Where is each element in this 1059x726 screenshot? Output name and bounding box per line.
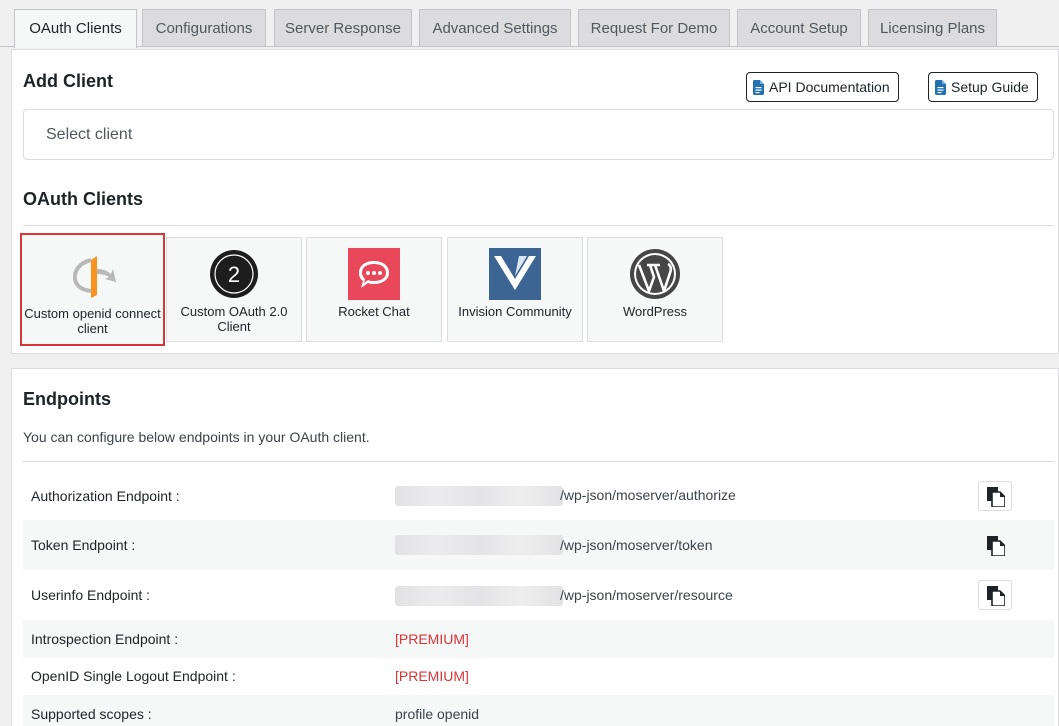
client-card-invision[interactable]: Invision Community [447,237,583,342]
oauth-clients-title: OAuth Clients [23,189,143,209]
premium-badge: [PREMIUM] [395,668,469,684]
redacted-host [395,486,563,506]
client-card-label: WordPress [622,304,688,319]
setup-guide-label: Setup Guide [951,79,1029,95]
endpoint-row: Authorization Endpoint : /wp-json/moserv… [23,471,1054,520]
client-card-custom-openid[interactable]: Custom openid connect client [20,233,165,346]
tab-bar: OAuth Clients Configurations Server Resp… [0,0,1059,48]
client-card-label: Invision Community [458,304,572,319]
wordpress-icon [630,249,680,299]
endpoint-value: /wp-json/moserver/token [560,537,713,553]
endpoint-label: Supported scopes : [31,706,152,722]
client-card-custom-oauth2[interactable]: 2 Custom OAuth 2.0 Client [166,237,302,342]
endpoint-label: Introspection Endpoint : [31,631,179,647]
tab-request-for-demo[interactable]: Request For Demo [578,9,730,46]
select-client-dropdown[interactable]: Select client [23,109,1054,160]
endpoint-row: OpenID Single Logout Endpoint : [PREMIUM… [23,658,1054,695]
api-documentation-button[interactable]: API Documentation [746,72,899,102]
redacted-host [395,535,563,555]
endpoint-label: Userinfo Endpoint : [31,587,151,603]
endpoint-label: Authorization Endpoint : [31,488,180,504]
divider [23,225,1054,226]
copy-icon [987,487,1005,507]
endpoint-row: Introspection Endpoint : [PREMIUM] [23,620,1054,658]
svg-text:2: 2 [228,262,240,287]
setup-guide-button[interactable]: Setup Guide [928,72,1038,102]
divider [23,461,1054,462]
client-card-label: Custom OAuth 2.0 Client [180,304,288,334]
client-card-rocket-chat[interactable]: Rocket Chat [306,237,442,342]
rocket-chat-icon [348,248,400,300]
client-card-wordpress[interactable]: WordPress [587,237,723,342]
tab-oauth-clients[interactable]: OAuth Clients [14,9,137,48]
endpoint-row: Token Endpoint : /wp-json/moserver/token [23,520,1054,570]
endpoint-row: Supported scopes : profile openid [23,695,1054,726]
endpoints-description: You can configure below endpoints in you… [23,429,370,445]
premium-badge: [PREMIUM] [395,631,469,647]
api-documentation-label: API Documentation [769,79,890,95]
copy-button[interactable] [978,530,1012,560]
endpoint-value: profile openid [395,706,480,722]
redacted-host [395,586,563,606]
client-card-label: Custom openid connect client [24,306,161,336]
document-icon [753,79,764,95]
tab-licensing-plans[interactable]: Licensing Plans [868,9,997,46]
endpoint-label: Token Endpoint : [31,537,136,553]
tab-account-setup[interactable]: Account Setup [737,9,861,46]
copy-icon [987,536,1005,556]
invision-icon [489,248,541,300]
endpoint-value: /wp-json/moserver/resource [560,587,733,603]
copy-button[interactable] [978,481,1012,511]
tab-server-response[interactable]: Server Response [274,9,412,46]
document-icon [935,79,946,95]
client-card-label: Rocket Chat [338,304,410,319]
endpoint-value: /wp-json/moserver/authorize [560,487,736,503]
add-client-title: Add Client [23,71,113,91]
endpoint-label: OpenID Single Logout Endpoint : [31,668,236,684]
copy-button[interactable] [978,580,1012,610]
copy-icon [987,586,1005,606]
tab-advanced-settings[interactable]: Advanced Settings [419,9,571,46]
endpoint-row: Userinfo Endpoint : /wp-json/moserver/re… [23,570,1054,620]
openid-icon [72,256,116,298]
endpoints-title: Endpoints [23,389,111,409]
oauth2-icon: 2 [210,250,258,298]
tab-configurations[interactable]: Configurations [142,9,266,46]
